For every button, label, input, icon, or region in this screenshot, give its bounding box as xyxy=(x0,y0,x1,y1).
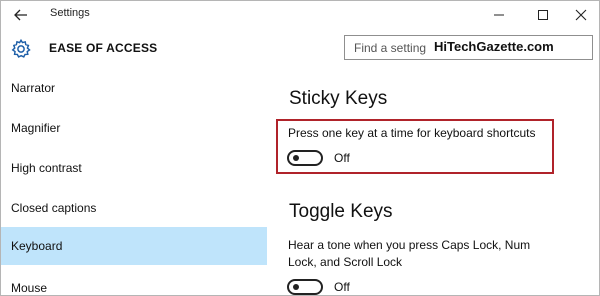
sidebar: Narrator Magnifier High contrast Closed … xyxy=(1,67,267,296)
search-input[interactable]: Find a setting HiTechGazette.com xyxy=(344,35,593,60)
toggle-keys-heading: Toggle Keys xyxy=(289,201,393,222)
minimize-icon xyxy=(494,14,504,16)
back-button[interactable] xyxy=(9,5,33,25)
sidebar-item-label: Narrator xyxy=(11,81,56,95)
sidebar-item-label: High contrast xyxy=(11,161,82,175)
page-header: EASE OF ACCESS Find a setting HiTechGaze… xyxy=(1,29,600,67)
minimize-button[interactable] xyxy=(479,3,519,27)
settings-content: Sticky Keys Press one key at a time for … xyxy=(276,67,597,296)
close-icon xyxy=(575,9,587,21)
sidebar-item-label: Closed captions xyxy=(11,201,97,215)
search-placeholder: Find a setting xyxy=(354,41,427,55)
sidebar-item-keyboard[interactable]: Keyboard xyxy=(1,227,267,265)
toggle-knob xyxy=(293,155,299,161)
watermark-text: HiTechGazette.com xyxy=(434,39,554,54)
sidebar-item-mouse[interactable]: Mouse xyxy=(1,269,267,296)
sidebar-item-magnifier[interactable]: Magnifier xyxy=(1,109,267,147)
toggle-keys-description: Hear a tone when you press Caps Lock, Nu… xyxy=(288,238,531,269)
maximize-icon xyxy=(538,10,548,20)
sidebar-item-label: Keyboard xyxy=(11,239,63,253)
sidebar-item-closed-captions[interactable]: Closed captions xyxy=(1,189,267,227)
page-title: EASE OF ACCESS xyxy=(49,41,158,55)
toggle-keys-toggle-state: Off xyxy=(334,280,350,294)
sticky-keys-heading: Sticky Keys xyxy=(289,88,388,109)
sticky-keys-description: Press one key at a time for keyboard sho… xyxy=(288,126,536,140)
settings-window: Settings EASE OF ACCESS Find a setting H… xyxy=(0,0,600,296)
toggle-keys-toggle[interactable] xyxy=(287,279,323,295)
sidebar-item-label: Magnifier xyxy=(11,121,61,135)
close-button[interactable] xyxy=(561,3,600,27)
sticky-keys-toggle[interactable] xyxy=(287,150,323,166)
toggle-knob xyxy=(293,284,299,290)
sidebar-item-high-contrast[interactable]: High contrast xyxy=(1,149,267,187)
maximize-button[interactable] xyxy=(523,3,563,27)
back-arrow-icon xyxy=(14,9,27,21)
sidebar-item-narrator[interactable]: Narrator xyxy=(1,69,267,107)
sticky-keys-toggle-state: Off xyxy=(334,151,350,165)
gear-icon xyxy=(11,38,31,58)
sidebar-item-label: Mouse xyxy=(11,281,48,295)
window-title: Settings xyxy=(50,7,90,19)
title-bar: Settings xyxy=(1,1,600,29)
